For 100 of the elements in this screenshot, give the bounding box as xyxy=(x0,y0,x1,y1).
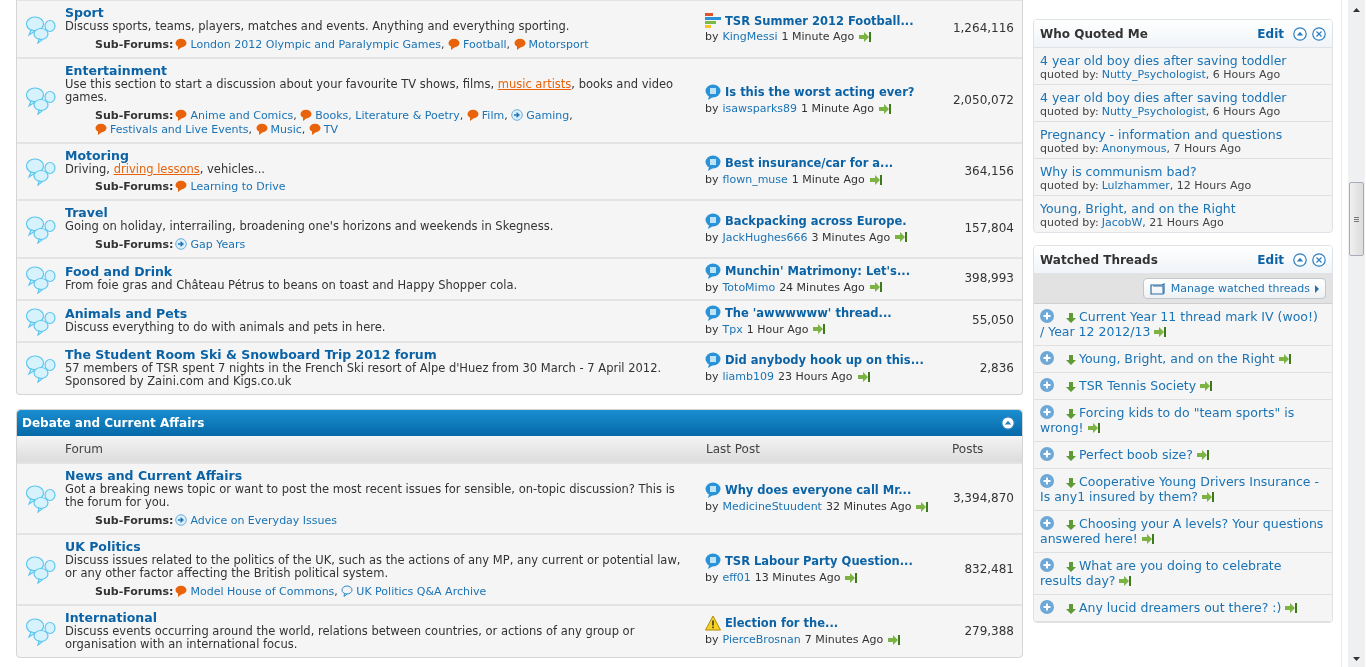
username-link[interactable]: eff01 xyxy=(722,571,751,584)
forum-title-link[interactable]: News and Current Affairs xyxy=(65,467,243,483)
edit-link[interactable]: Edit xyxy=(1257,26,1284,41)
username-link[interactable]: Tpx xyxy=(722,322,743,336)
go-to-last-post-icon[interactable] xyxy=(1278,354,1291,364)
go-to-last-post-icon xyxy=(845,572,858,583)
expand-icon[interactable] xyxy=(1040,351,1054,365)
username-link[interactable]: Nutty_Psychologist xyxy=(1101,68,1206,81)
forum-title-link[interactable]: Food and Drink xyxy=(65,263,173,279)
username-link[interactable]: Anonymous xyxy=(1101,142,1167,155)
thread-link[interactable]: 4 year old boy dies after saving toddler xyxy=(1040,90,1326,105)
byline-label: by xyxy=(705,30,719,44)
separator-text: , xyxy=(293,108,297,122)
thread-title-link[interactable]: Munchin' Matrimony: Let's... xyxy=(725,263,911,278)
username-link[interactable]: JackHughes666 xyxy=(722,230,808,244)
thread-link[interactable]: Why is communism bad? xyxy=(1040,164,1326,179)
thread-link[interactable]: Forcing kids to do "team sports" is wrong! xyxy=(1040,405,1326,435)
expand-icon[interactable] xyxy=(1040,405,1054,419)
forum-title-link[interactable]: UK Politics xyxy=(65,538,141,554)
speech-bubble-icon xyxy=(705,212,721,229)
thread-title-link[interactable]: TSR Labour Party Question... xyxy=(725,554,913,568)
username-link[interactable]: MedicineStuudent xyxy=(722,500,822,513)
go-to-last-post-icon[interactable] xyxy=(1119,576,1132,586)
thread-title-link[interactable]: Is this the worst acting ever? xyxy=(725,85,915,99)
thread-title-link[interactable]: Best insurance/car for a... xyxy=(725,156,894,171)
expand-icon[interactable] xyxy=(1040,447,1054,461)
close-icon[interactable] xyxy=(1312,26,1326,41)
separator-text: , xyxy=(334,584,338,598)
thread-link[interactable]: Choosing your A levels? Your questions answered here! xyxy=(1040,516,1326,546)
sub-forum-link[interactable]: London 2012 Olympic and Paralympic Games xyxy=(190,37,441,51)
forum-title-link[interactable]: Animals and Pets xyxy=(65,305,188,321)
thread-link[interactable]: Cooperative Young Drivers Insurance - Is any1 insured by them? xyxy=(1040,474,1326,504)
thread-title-link[interactable]: Backpacking across Europe. xyxy=(725,213,907,228)
thread-title-link[interactable]: The 'awwwwww' thread... xyxy=(725,305,892,320)
sub-forum-link[interactable]: Books, Literature & Poetry xyxy=(315,108,460,122)
username-link[interactable]: PierceBrosnan xyxy=(722,633,801,646)
warning-icon xyxy=(705,615,721,631)
expand-icon[interactable] xyxy=(1040,516,1054,530)
scrollbar-thumb[interactable] xyxy=(1349,182,1364,256)
edit-link[interactable]: Edit xyxy=(1257,252,1284,267)
username-link[interactable]: flown_muse xyxy=(722,173,788,187)
sub-forum-link[interactable]: Advice on Everyday Issues xyxy=(190,513,338,527)
column-label: Last Post xyxy=(706,441,761,456)
username-link[interactable]: JacobW xyxy=(1101,216,1143,229)
go-to-last-post-icon xyxy=(857,371,870,382)
forum-title-link[interactable]: Motoring xyxy=(65,147,129,163)
sub-forum-link[interactable]: Motorsport xyxy=(528,37,589,51)
sub-forum-link[interactable]: Football xyxy=(463,37,507,51)
sub-forum-link[interactable]: UK Politics Q&A Archive xyxy=(356,584,487,598)
go-to-last-post-icon[interactable] xyxy=(1141,534,1154,544)
thread-link[interactable]: Any lucid dreamers out there? :) xyxy=(1040,600,1326,615)
close-icon[interactable] xyxy=(1312,252,1326,267)
thread-link[interactable]: Pregnancy - information and questions xyxy=(1040,127,1326,142)
scroll-down-icon[interactable] xyxy=(1353,657,1360,661)
post-count: 2,050,072 xyxy=(952,92,1014,107)
thread-link[interactable]: What are you doing to celebrate results day? xyxy=(1040,558,1326,588)
collapse-icon[interactable] xyxy=(1293,252,1307,267)
sub-forum-link[interactable]: Music xyxy=(270,122,302,136)
go-to-last-post-icon[interactable] xyxy=(1200,381,1213,391)
username-link[interactable]: liamb109 xyxy=(722,370,775,383)
go-to-last-post-icon[interactable] xyxy=(1154,327,1167,337)
thread-link[interactable]: Young, Bright, and on the Right xyxy=(1040,351,1326,366)
expand-icon[interactable] xyxy=(1040,558,1054,572)
post-count: 832,481 xyxy=(964,561,1014,576)
go-to-last-post-icon[interactable] xyxy=(1285,603,1298,613)
inline-link[interactable]: driving lessons xyxy=(113,161,200,176)
manage-watched-threads-button[interactable]: Manage watched threads xyxy=(1142,278,1326,299)
scroll-up-icon[interactable] xyxy=(1353,8,1360,12)
thread-link[interactable]: Current Year 11 thread mark IV (woo!) / Year 12 2012/13 xyxy=(1040,309,1326,339)
username-link[interactable]: Nutty_Psychologist xyxy=(1101,105,1206,118)
sub-forum-link[interactable]: Festivals and Live Events xyxy=(110,122,249,136)
forum-title-link[interactable]: Travel xyxy=(65,205,108,220)
expand-icon[interactable] xyxy=(1040,378,1054,392)
expand-icon[interactable] xyxy=(1040,309,1054,323)
thread-link[interactable]: Young, Bright, and on the Right xyxy=(1040,201,1326,216)
sub-forum-link[interactable]: Gap Years xyxy=(190,237,246,251)
forum-title-link[interactable]: Sport xyxy=(65,5,104,20)
thread-link[interactable]: 4 year old boy dies after saving toddler xyxy=(1040,53,1326,68)
go-to-last-post-icon[interactable] xyxy=(1202,492,1214,502)
username-link[interactable]: KingMessi xyxy=(722,30,778,44)
expand-icon[interactable] xyxy=(1040,474,1054,488)
collapse-icon[interactable] xyxy=(1293,26,1307,41)
go-to-last-post-icon[interactable] xyxy=(1196,450,1209,460)
username-link[interactable]: isawsparks89 xyxy=(722,102,798,115)
speech-bubble-icon xyxy=(175,37,188,50)
forum-title-link[interactable]: International xyxy=(65,609,157,625)
forum-title-link[interactable]: The Student Room Ski & Snowboard Trip 2012 forum xyxy=(65,346,437,362)
thread-title-link[interactable]: Election for the... xyxy=(725,616,839,630)
thread-title-link[interactable]: Did anybody hook up on this... xyxy=(725,353,924,367)
thread-title-link[interactable]: TSR Summer 2012 Football... xyxy=(725,13,914,28)
go-to-last-post-icon[interactable] xyxy=(1087,423,1100,433)
username-link[interactable]: Lulzhammer xyxy=(1101,179,1170,192)
expand-icon[interactable] xyxy=(1040,600,1054,614)
thread-link[interactable]: Perfect boob size? xyxy=(1040,447,1326,462)
username-link[interactable]: TotoMimo xyxy=(722,280,776,294)
thread-link[interactable]: TSR Tennis Society xyxy=(1040,378,1326,393)
sub-forum-link[interactable]: TV xyxy=(323,122,339,136)
forum-title-link[interactable]: Entertainment xyxy=(65,62,168,78)
sub-forum-link[interactable]: Learning to Drive xyxy=(190,180,286,193)
thread-title-link[interactable]: Why does everyone call Mr... xyxy=(725,483,912,497)
